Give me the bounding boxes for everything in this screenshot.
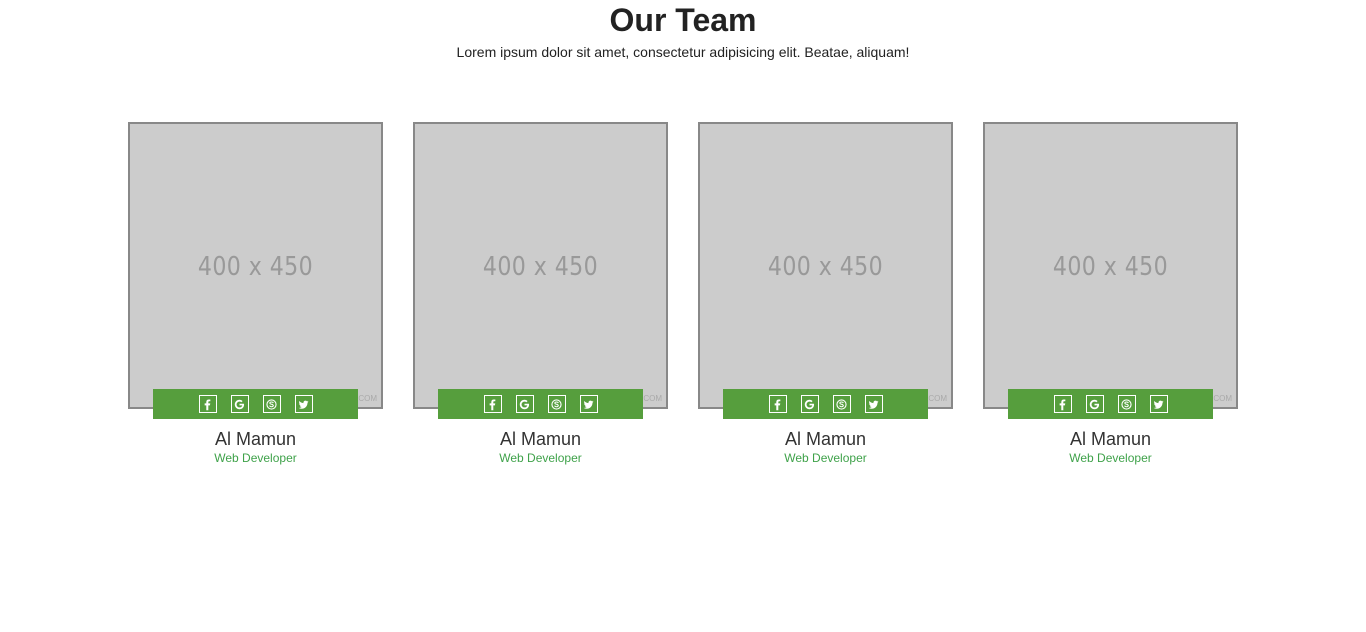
team-card: 400 x 450 COM Al Mamun Web Developer [128, 122, 383, 482]
skype-icon[interactable] [1117, 395, 1136, 413]
social-bar [1008, 389, 1213, 419]
photo-placeholder-text: 400 x 450 [767, 252, 884, 282]
member-role: Web Developer [784, 451, 867, 465]
social-bar [723, 389, 928, 419]
photo-watermark: COM [928, 394, 947, 403]
facebook-icon[interactable] [768, 395, 787, 413]
member-photo: 400 x 450 COM [983, 122, 1238, 409]
twitter-icon[interactable] [579, 395, 598, 413]
google-icon[interactable] [230, 395, 249, 413]
facebook-icon[interactable] [1053, 395, 1072, 413]
skype-icon[interactable] [832, 395, 851, 413]
member-photo: 400 x 450 COM [413, 122, 668, 409]
team-header: Our Team Lorem ipsum dolor sit amet, con… [0, 0, 1366, 61]
skype-icon[interactable] [547, 395, 566, 413]
team-grid: 400 x 450 COM Al Mamun Web Developer 400… [128, 122, 1238, 482]
member-name: Al Mamun [214, 429, 297, 449]
member-role: Web Developer [214, 451, 297, 465]
page-title: Our Team [609, 2, 757, 38]
team-card: 400 x 450 COM Al Mamun Web Developer [413, 122, 668, 482]
team-card: 400 x 450 COM Al Mamun Web Developer [983, 122, 1238, 482]
twitter-icon[interactable] [294, 395, 313, 413]
google-icon[interactable] [800, 395, 819, 413]
photo-placeholder-text: 400 x 450 [197, 252, 314, 282]
member-name: Al Mamun [784, 429, 867, 449]
page-subtitle: Lorem ipsum dolor sit amet, consectetur … [456, 44, 910, 60]
photo-placeholder-text: 400 x 450 [1052, 252, 1169, 282]
google-icon[interactable] [515, 395, 534, 413]
team-card: 400 x 450 COM Al Mamun Web Developer [698, 122, 953, 482]
member-photo: 400 x 450 COM [128, 122, 383, 409]
member-photo: 400 x 450 COM [698, 122, 953, 409]
photo-watermark: COM [358, 394, 377, 403]
photo-placeholder-text: 400 x 450 [482, 252, 599, 282]
photo-watermark: COM [1213, 394, 1232, 403]
twitter-icon[interactable] [864, 395, 883, 413]
member-name: Al Mamun [499, 429, 582, 449]
skype-icon[interactable] [262, 395, 281, 413]
photo-watermark: COM [643, 394, 662, 403]
facebook-icon[interactable] [198, 395, 217, 413]
member-role: Web Developer [499, 451, 582, 465]
twitter-icon[interactable] [1149, 395, 1168, 413]
social-bar [438, 389, 643, 419]
member-role: Web Developer [1069, 451, 1152, 465]
facebook-icon[interactable] [483, 395, 502, 413]
social-bar [153, 389, 358, 419]
member-name: Al Mamun [1069, 429, 1152, 449]
google-icon[interactable] [1085, 395, 1104, 413]
